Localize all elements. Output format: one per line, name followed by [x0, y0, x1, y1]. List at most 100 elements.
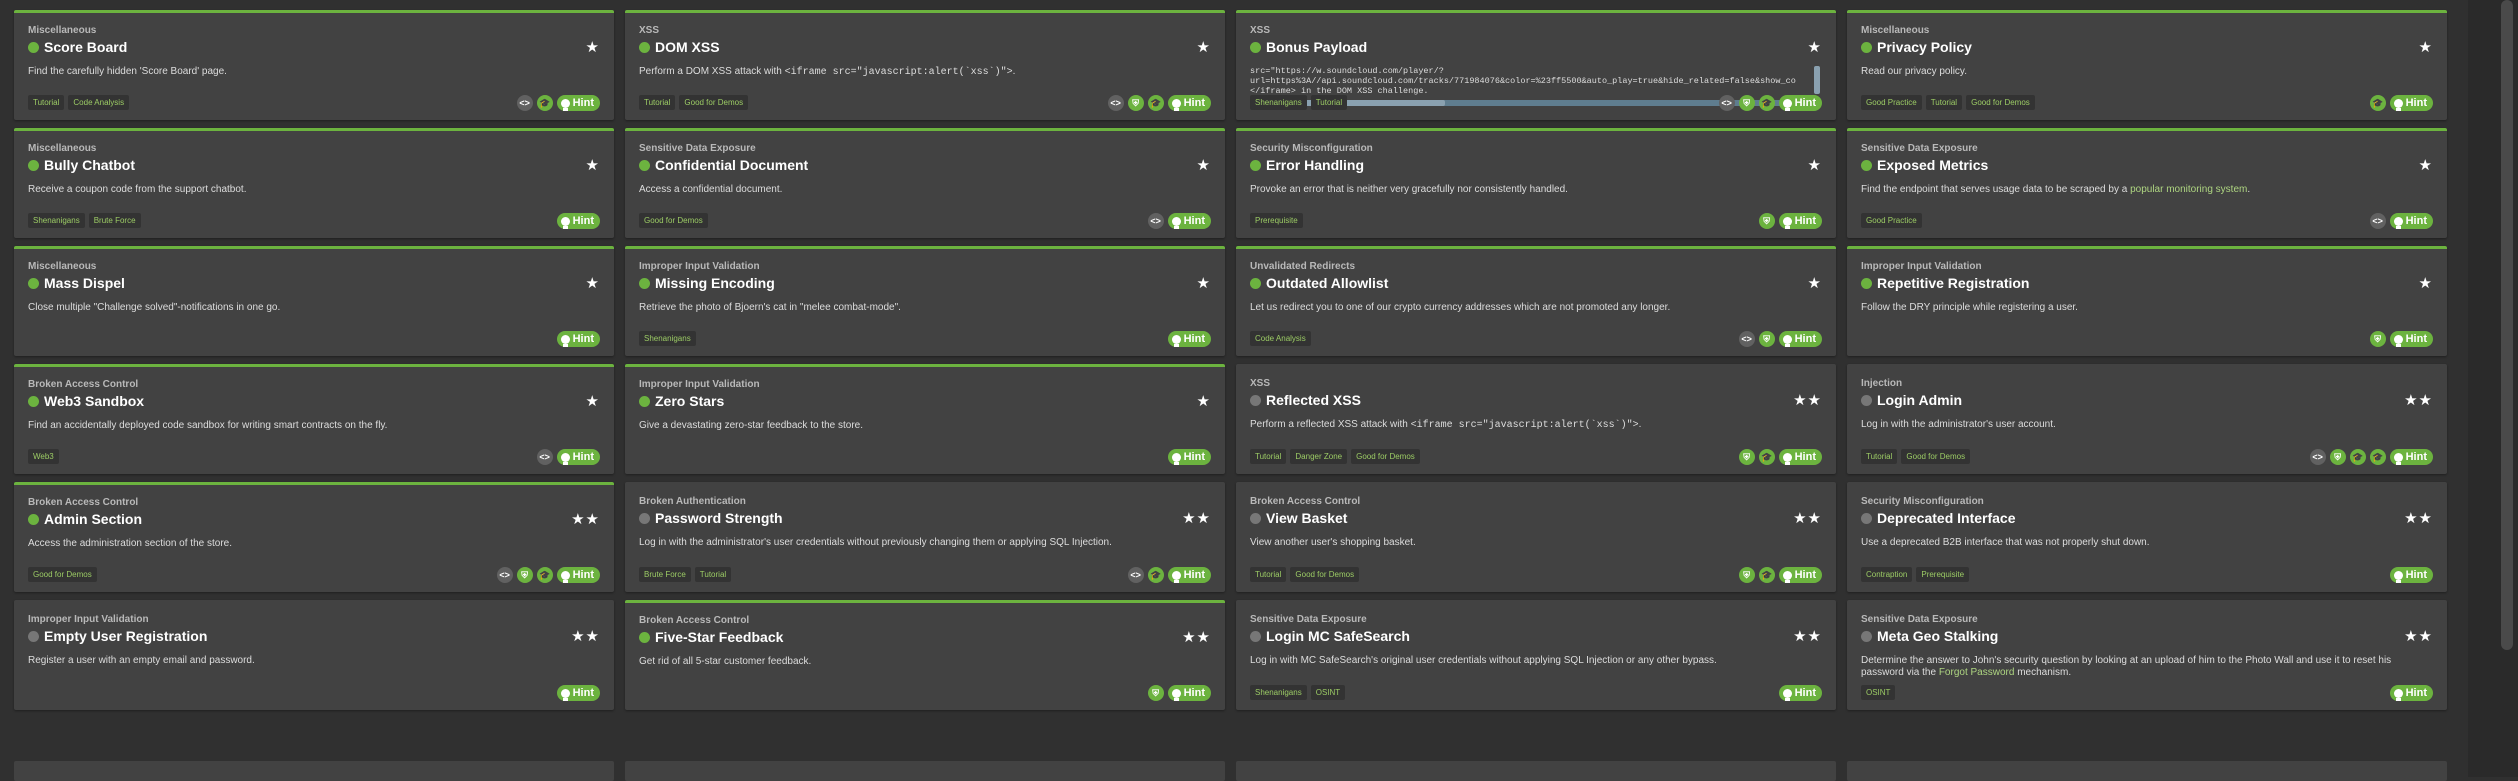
- mortarboard-icon[interactable]: 🎓: [536, 567, 553, 583]
- card-actions: Hint: [2389, 685, 2433, 701]
- lightbulb-icon: [560, 570, 570, 583]
- scrollbar-thumb[interactable]: [2501, 0, 2513, 650]
- hint-button[interactable]: Hint: [1167, 213, 1211, 229]
- hint-button[interactable]: Hint: [1778, 95, 1822, 111]
- hint-button[interactable]: Hint: [556, 567, 600, 583]
- hint-button[interactable]: Hint: [1778, 331, 1822, 347]
- hint-button[interactable]: Hint: [1778, 449, 1822, 465]
- lightbulb-icon: [560, 452, 570, 465]
- code-icon[interactable]: <>: [1718, 95, 1735, 111]
- lightbulb-icon: [1171, 334, 1181, 347]
- code-snippet: <iframe src="javascript:alert(`xss`)">: [1410, 420, 1639, 431]
- shield-icon[interactable]: ⛨: [1758, 213, 1775, 229]
- description-link[interactable]: popular monitoring system: [2130, 184, 2247, 195]
- code-icon[interactable]: <>: [1147, 213, 1164, 229]
- status-dot: [1250, 394, 1261, 406]
- shield-icon[interactable]: ⛨: [2329, 449, 2346, 465]
- vertical-scrollbar[interactable]: [1814, 66, 1820, 94]
- title-row: Bully Chatbot ★: [28, 156, 600, 174]
- tag-list: Web3: [28, 449, 59, 464]
- lightbulb-icon: [2393, 452, 2403, 465]
- hint-button[interactable]: Hint: [2389, 213, 2433, 229]
- status-dot: [28, 41, 39, 53]
- card-actions: <> ⛨ 🎓 Hint: [1718, 95, 1822, 111]
- hint-button[interactable]: Hint: [2389, 449, 2433, 465]
- code-icon[interactable]: <>: [1738, 331, 1755, 347]
- difficulty-stars: ★: [1196, 157, 1211, 174]
- tag-chip: Brute Force: [639, 567, 691, 582]
- code-icon[interactable]: <>: [536, 449, 553, 465]
- hint-button[interactable]: Hint: [1778, 567, 1822, 583]
- description-link[interactable]: Forgot Password: [1939, 667, 2015, 678]
- hint-button[interactable]: Hint: [556, 449, 600, 465]
- code-icon[interactable]: <>: [496, 567, 513, 583]
- tag-chip: Tutorial: [1250, 449, 1287, 464]
- shield-icon[interactable]: ⛨: [516, 567, 533, 583]
- hint-button[interactable]: Hint: [556, 95, 600, 111]
- tag-chip: Shenanigans: [28, 213, 85, 228]
- challenge-payload: src="https://w.soundcloud.com/player/? ur…: [1250, 66, 1812, 98]
- challenge-card: Sensitive Data Exposure Meta Geo Stalking…: [1847, 600, 2447, 710]
- code-icon[interactable]: <>: [1127, 567, 1144, 583]
- challenge-category: Broken Access Control: [639, 615, 750, 626]
- challenge-description: Perform a DOM XSS attack with <iframe sr…: [639, 66, 1211, 79]
- page-scrollbar[interactable]: [2468, 0, 2518, 777]
- challenge-description: Receive a coupon code from the support c…: [28, 184, 247, 195]
- hint-button[interactable]: Hint: [1778, 213, 1822, 229]
- code-icon[interactable]: <>: [1107, 95, 1124, 111]
- code-icon[interactable]: <>: [516, 95, 533, 111]
- card-actions: ⛨ 🎓 Hint: [1738, 567, 1822, 583]
- hint-button[interactable]: Hint: [556, 685, 600, 701]
- hint-button[interactable]: Hint: [1167, 449, 1211, 465]
- mortarboard-icon[interactable]: 🎓: [1758, 449, 1775, 465]
- code-icon[interactable]: <>: [2369, 213, 2386, 229]
- tag-chip: Shenanigans: [1250, 95, 1307, 110]
- shield-icon[interactable]: ⛨: [1147, 685, 1164, 701]
- shield-icon[interactable]: ⛨: [1758, 331, 1775, 347]
- tag-list: Tutorial Good for Demos: [1250, 567, 1360, 582]
- challenge-card: Improper Input Validation Repetitive Regi…: [1847, 246, 2447, 356]
- shield-icon[interactable]: ⛨: [1738, 567, 1755, 583]
- mortarboard-icon[interactable]: 🎓: [1147, 95, 1164, 111]
- challenge-name: Privacy Policy: [1877, 39, 1972, 55]
- mortarboard-icon[interactable]: 🎓: [2369, 449, 2386, 465]
- mortarboard-icon[interactable]: 🎓: [1147, 567, 1164, 583]
- description-text: .: [1012, 66, 1016, 77]
- lightbulb-icon: [1171, 688, 1181, 701]
- shield-icon[interactable]: ⛨: [1738, 449, 1755, 465]
- payload-line: src="https://w.soundcloud.com/player/?: [1250, 66, 1444, 76]
- challenge-description: View another user's shopping basket.: [1250, 537, 1416, 548]
- challenge-category: XSS: [639, 25, 660, 36]
- mortarboard-icon[interactable]: 🎓: [536, 95, 553, 111]
- mortarboard-icon[interactable]: 🎓: [1758, 567, 1775, 583]
- card-actions: <> 🎓 Hint: [516, 95, 600, 111]
- description-text: Follow the DRY principle while registeri…: [1861, 302, 2078, 313]
- mortarboard-icon[interactable]: 🎓: [2369, 95, 2386, 111]
- title-row: Web3 Sandbox ★: [28, 392, 600, 410]
- shield-icon[interactable]: ⛨: [1738, 95, 1755, 111]
- challenge-category: Improper Input Validation: [28, 614, 149, 625]
- hint-button[interactable]: Hint: [2389, 95, 2433, 111]
- hint-button[interactable]: Hint: [1778, 685, 1822, 701]
- hint-button[interactable]: Hint: [1167, 331, 1211, 347]
- hint-button[interactable]: Hint: [2389, 567, 2433, 583]
- hint-button[interactable]: Hint: [556, 331, 600, 347]
- status-dot: [1861, 41, 1872, 53]
- hint-button[interactable]: Hint: [556, 213, 600, 229]
- challenge-name: Score Board: [44, 39, 128, 55]
- hint-button[interactable]: Hint: [2389, 685, 2433, 701]
- challenge-description: Get rid of all 5-star customer feedback.: [639, 656, 812, 667]
- shield-icon[interactable]: ⛨: [2369, 331, 2386, 347]
- hint-button[interactable]: Hint: [1167, 95, 1211, 111]
- mortarboard-icon[interactable]: 🎓: [1758, 95, 1775, 111]
- challenge-name: Login MC SafeSearch: [1266, 628, 1410, 644]
- mortarboard-icon[interactable]: 🎓: [2349, 449, 2366, 465]
- challenge-card: Improper Input Validation Empty User Regi…: [14, 600, 614, 710]
- shield-icon[interactable]: ⛨: [1127, 95, 1144, 111]
- hint-button[interactable]: Hint: [1167, 567, 1211, 583]
- difficulty-stars: ★: [1196, 393, 1211, 410]
- code-icon[interactable]: <>: [2309, 449, 2326, 465]
- tag-chip: Good for Demos: [28, 567, 97, 582]
- hint-button[interactable]: Hint: [2389, 331, 2433, 347]
- hint-button[interactable]: Hint: [1167, 685, 1211, 701]
